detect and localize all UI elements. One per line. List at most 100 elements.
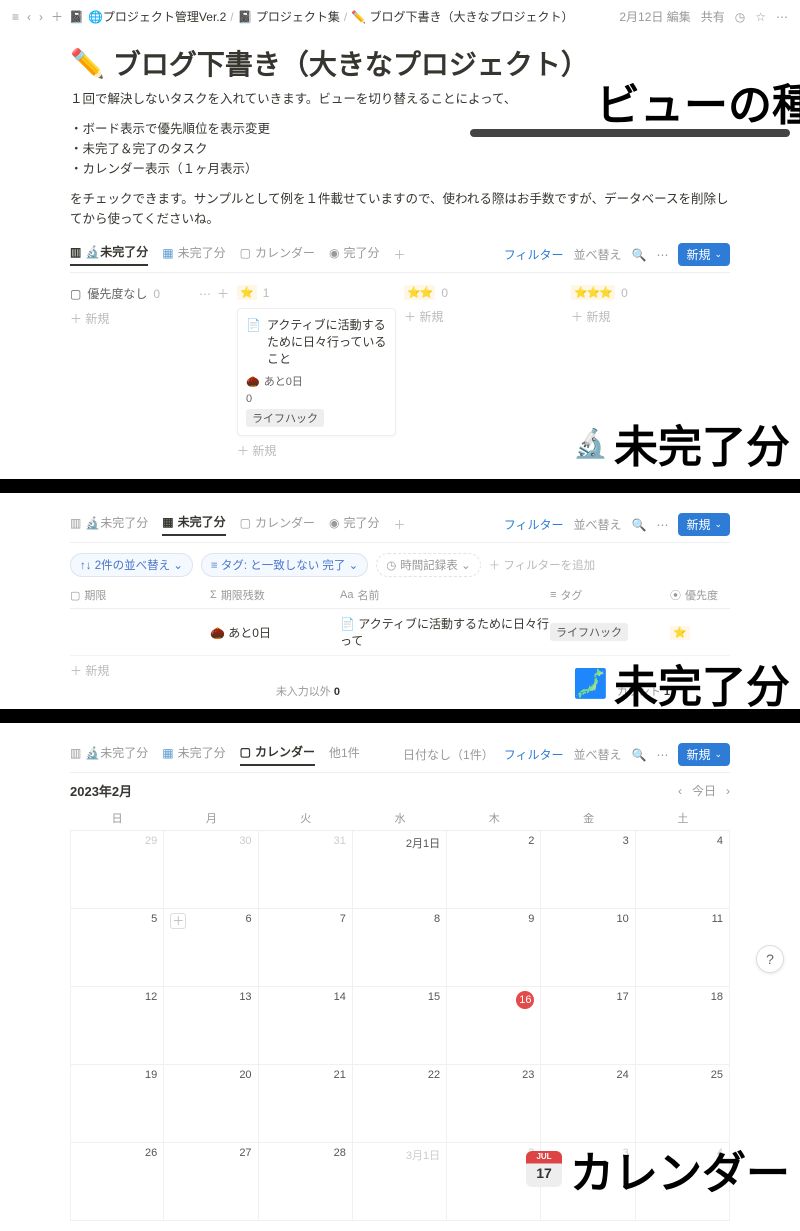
calendar-cell[interactable]: 26 <box>70 1143 164 1221</box>
calendar-cell[interactable]: 8 <box>353 909 447 987</box>
calendar-cell[interactable]: 14 <box>259 987 353 1065</box>
calendar-cell[interactable]: 4 <box>636 831 730 909</box>
more-view-icon[interactable]: ⋯ <box>656 748 668 762</box>
calendar-cell[interactable]: 2 <box>447 831 541 909</box>
calendar-cell[interactable]: 11 <box>636 909 730 987</box>
col-label: 優先度なし <box>87 285 147 302</box>
tag-filter-pill[interactable]: ≡ タグ: と一致しない 完了 ⌄ <box>201 553 368 577</box>
add-view-icon[interactable]: ＋ <box>394 246 406 263</box>
more-view-icon[interactable]: ⋯ <box>656 518 668 532</box>
back-icon[interactable]: ‹ <box>27 10 31 24</box>
calendar-cell[interactable]: 5 <box>70 909 164 987</box>
calendar-cell[interactable]: 21 <box>259 1065 353 1143</box>
star-3-icon: ⭐⭐⭐ <box>571 285 615 300</box>
calendar-cell[interactable]: 13 <box>164 987 258 1065</box>
crumb-2[interactable]: 📓 プロジェクト集 <box>238 8 340 25</box>
calendar-cell[interactable]: 23 <box>447 1065 541 1143</box>
tab-calendar[interactable]: ▢カレンダー <box>240 514 315 535</box>
share-button[interactable]: 共有 <box>701 8 725 25</box>
tab-complete[interactable]: ◉完了分 <box>329 244 380 265</box>
calendar-cell[interactable]: 3 <box>541 831 635 909</box>
section-divider <box>0 479 800 493</box>
crumb-3[interactable]: ✏️ ブログ下書き（大きなプロジェクト） <box>351 8 573 25</box>
calendar-cell[interactable]: 6＋ <box>164 909 258 987</box>
page-desc2: をチェックできます。サンプルとして例を１件載せていますので、使われる際はお手数で… <box>70 189 730 229</box>
prev-month-icon[interactable]: ‹ <box>678 784 682 798</box>
calendar-cell[interactable]: 17 <box>541 987 635 1065</box>
forward-icon[interactable]: › <box>39 10 43 24</box>
calendar-cell[interactable]: 2月1日 <box>353 831 447 909</box>
view-tabs-1: ▥🔬未完了分 ▦未完了分 ▢カレンダー ◉完了分 ＋ フィルター 並べ替え 🔍 … <box>70 237 730 273</box>
sort-button[interactable]: 並べ替え <box>573 246 621 263</box>
calendar-cell[interactable]: 10 <box>541 909 635 987</box>
more-icon[interactable]: ⋯ <box>776 10 788 24</box>
add-card[interactable]: ＋ 新規 <box>404 308 563 325</box>
calendar-cell[interactable]: 30 <box>164 831 258 909</box>
tab-incomplete-table[interactable]: ▦未完了分 <box>162 244 225 265</box>
crumb-1[interactable]: 🌐プロジェクト管理Ver.2 <box>88 8 226 25</box>
tab-incomplete-table[interactable]: ▦未完了分 <box>162 513 225 536</box>
filter-button[interactable]: フィルター <box>504 746 564 763</box>
calendar-cell[interactable]: 29 <box>70 831 164 909</box>
tab-other[interactable]: 他1件 <box>329 744 360 765</box>
tab-incomplete-table[interactable]: ▦未完了分 <box>162 744 225 765</box>
calendar-cell[interactable]: 28 <box>259 1143 353 1221</box>
no-date-link[interactable]: 日付なし（1件） <box>403 746 494 763</box>
search-icon[interactable]: 🔍 <box>631 748 646 762</box>
calendar-cell[interactable]: 9 <box>447 909 541 987</box>
new-button[interactable]: 新規⌄ <box>678 243 730 266</box>
search-icon[interactable]: 🔍 <box>631 518 646 532</box>
sort-button[interactable]: 並べ替え <box>573 516 621 533</box>
more-view-icon[interactable]: ⋯ <box>656 248 668 262</box>
col-add-icon[interactable]: ＋ <box>217 285 229 302</box>
tab-incomplete-board[interactable]: ▥🔬未完了分 <box>70 514 148 535</box>
sort-pill[interactable]: ↑↓ 2件の並べ替え ⌄ <box>70 553 193 577</box>
tab-calendar[interactable]: ▢カレンダー <box>240 743 315 766</box>
new-button[interactable]: 新規⌄ <box>678 513 730 536</box>
calendar-cell[interactable]: 12 <box>70 987 164 1065</box>
add-card[interactable]: ＋ 新規 <box>237 442 396 459</box>
help-button[interactable]: ? <box>756 945 784 973</box>
add-filter-button[interactable]: ＋ フィルターを追加 <box>489 557 595 573</box>
calendar-cell[interactable]: 20 <box>164 1065 258 1143</box>
calendar-cell[interactable]: 19 <box>70 1065 164 1143</box>
calendar-cell[interactable]: 18 <box>636 987 730 1065</box>
today-button[interactable]: 今日 <box>692 782 716 799</box>
calendar-cell[interactable]: 25 <box>636 1065 730 1143</box>
next-month-icon[interactable]: › <box>726 784 730 798</box>
calendar-cell[interactable]: 16 <box>447 987 541 1065</box>
calendar-cell[interactable]: 27 <box>164 1143 258 1221</box>
add-view-icon[interactable]: ＋ <box>394 516 406 533</box>
menu-icon[interactable]: ≡ <box>12 10 19 24</box>
page-icon: 📄 <box>246 317 261 367</box>
filter-button[interactable]: フィルター <box>504 516 564 533</box>
card-remain: あと0日 <box>264 373 303 389</box>
star-icon[interactable]: ☆ <box>755 10 766 24</box>
time-pill[interactable]: ◷時間記録表 ⌄ <box>376 553 480 577</box>
tab-complete[interactable]: ◉完了分 <box>329 514 380 535</box>
calendar-cell[interactable]: 22 <box>353 1065 447 1143</box>
add-page-icon[interactable]: ＋ <box>51 8 63 25</box>
calendar-cell[interactable]: 31 <box>259 831 353 909</box>
filter-button[interactable]: フィルター <box>504 246 564 263</box>
add-event-icon[interactable]: ＋ <box>170 913 186 929</box>
clock-icon[interactable]: ◷ <box>735 10 745 24</box>
sort-button[interactable]: 並べ替え <box>573 746 621 763</box>
new-button[interactable]: 新規⌄ <box>678 743 730 766</box>
calendar-cell[interactable]: 3月1日 <box>353 1143 447 1221</box>
calendar-cell[interactable]: 7 <box>259 909 353 987</box>
annotation-incomplete-2: 🗾 未完了分 <box>573 651 790 715</box>
table-row[interactable]: 🌰 あと0日 📄 アクティブに活動するために日々行って ライフハック ⭐ <box>70 609 730 656</box>
col-menu-icon[interactable]: ⋯ <box>199 287 211 301</box>
task-card[interactable]: 📄アクティブに活動するために日々行っていること 🌰あと0日 0 ライフハック <box>237 308 396 436</box>
calendar-cell[interactable]: 15 <box>353 987 447 1065</box>
tab-incomplete-board[interactable]: ▥🔬未完了分 <box>70 744 148 765</box>
add-card[interactable]: ＋ 新規 <box>70 310 229 327</box>
tab-calendar[interactable]: ▢カレンダー <box>240 244 315 265</box>
page-title[interactable]: ブログ下書き（大きなプロジェクト） <box>113 43 589 83</box>
search-icon[interactable]: 🔍 <box>631 248 646 262</box>
add-card[interactable]: ＋ 新規 <box>571 308 730 325</box>
calendar-cell[interactable]: 24 <box>541 1065 635 1143</box>
tab-incomplete-board[interactable]: ▥🔬未完了分 <box>70 243 148 266</box>
page-icon[interactable]: ✏️ <box>70 47 105 80</box>
